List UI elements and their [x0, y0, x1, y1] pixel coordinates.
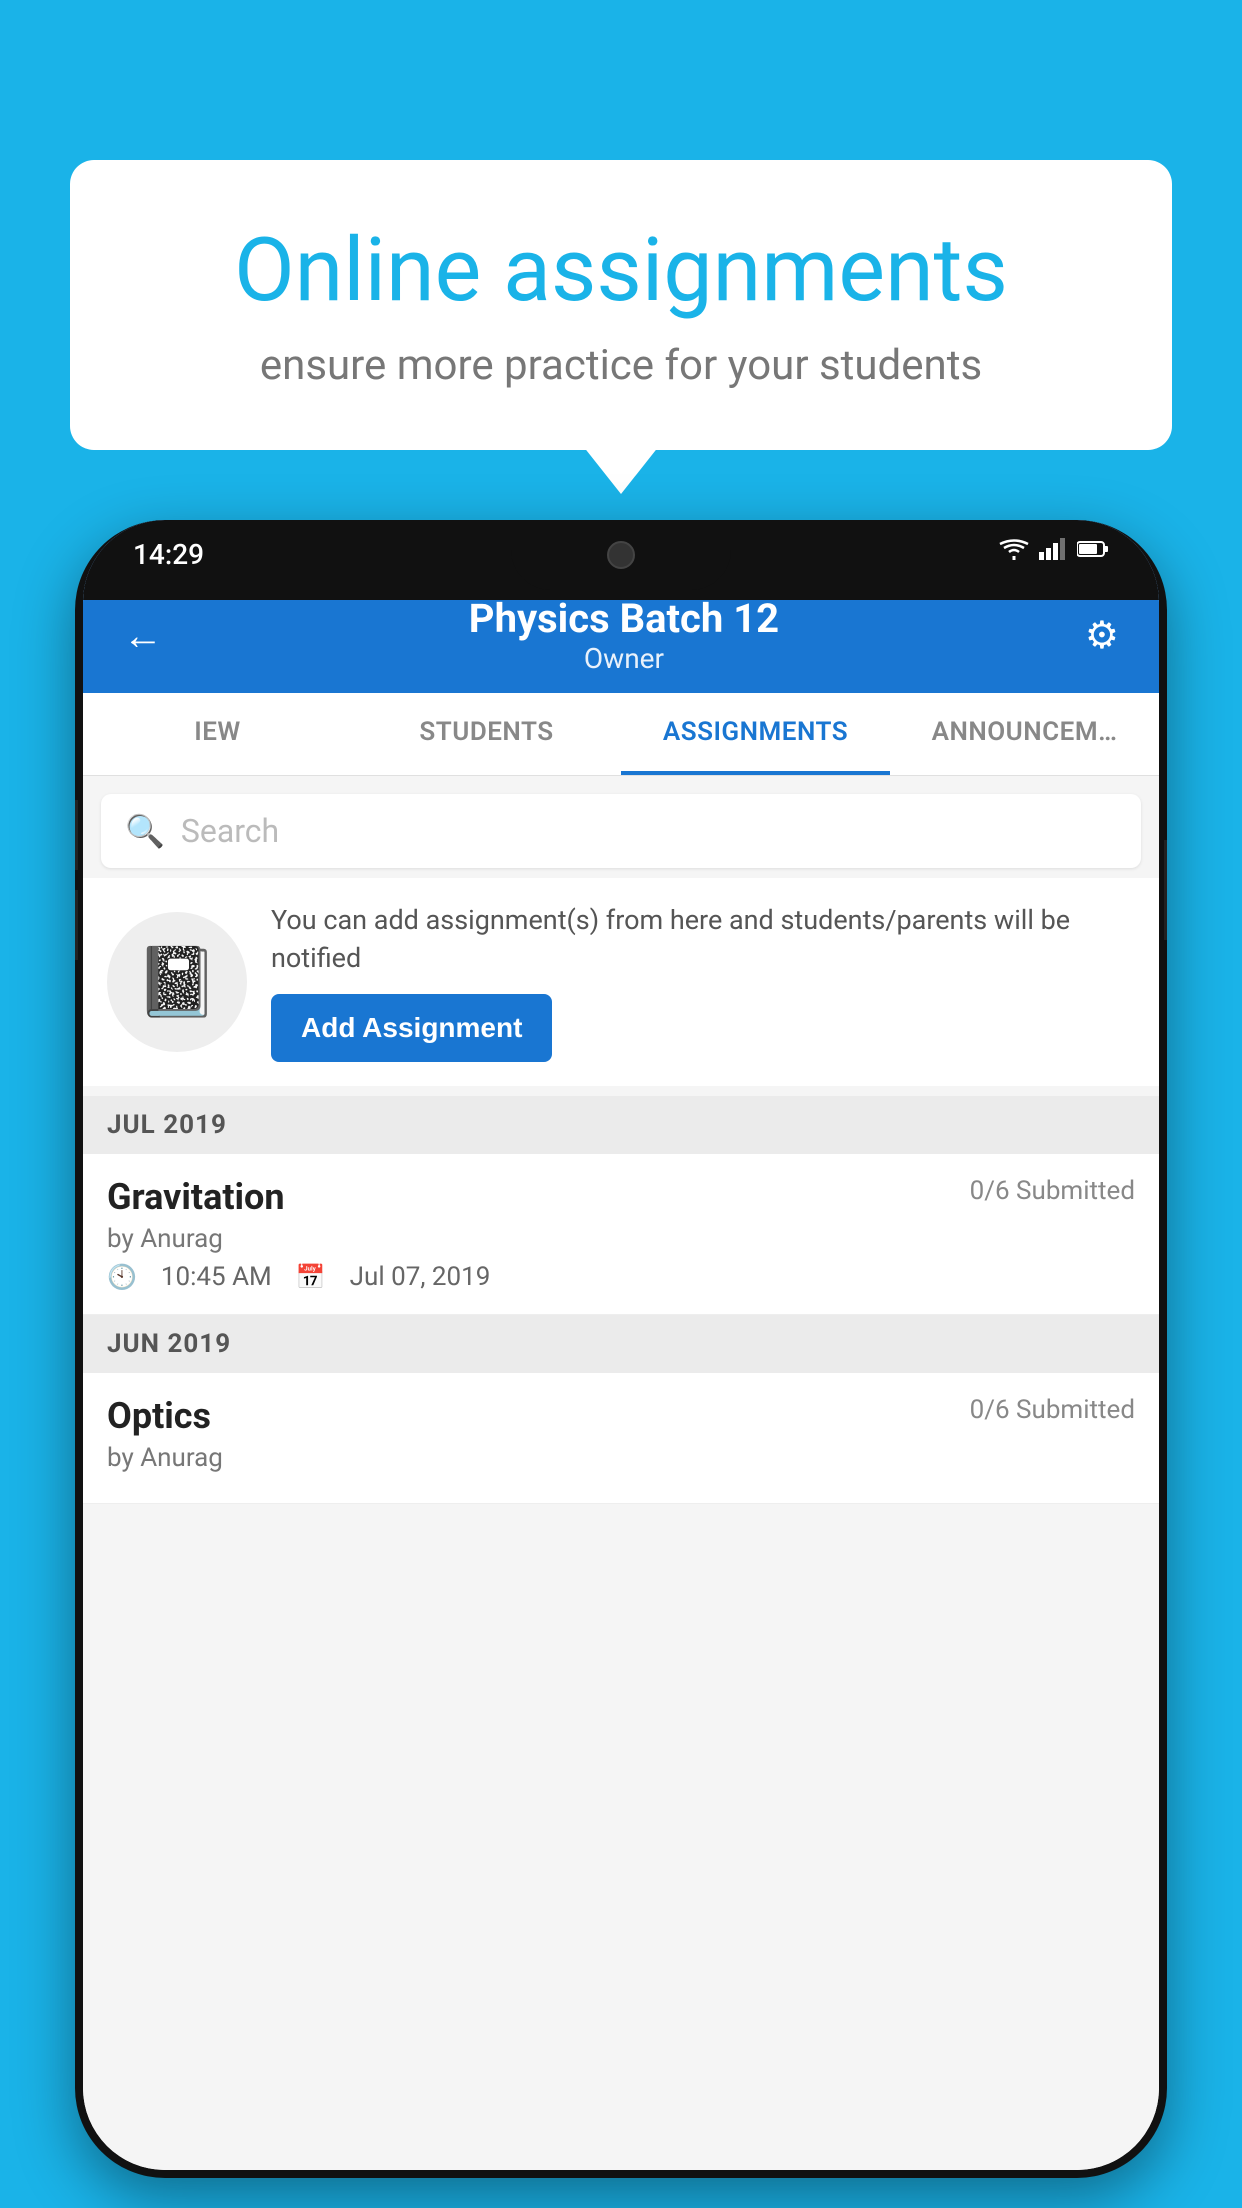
- tab-announcements[interactable]: ANNOUNCEM…: [890, 693, 1159, 775]
- section-header-jul2019: JUL 2019: [83, 1096, 1159, 1154]
- assignment-item-optics[interactable]: Optics 0/6 Submitted by Anurag: [83, 1373, 1159, 1504]
- assignment-submitted-optics: 0/6 Submitted: [970, 1395, 1135, 1425]
- promo-card: Online assignments ensure more practice …: [70, 160, 1172, 450]
- back-button[interactable]: ←: [123, 612, 163, 659]
- assignment-by-optics: by Anurag: [107, 1443, 1135, 1473]
- tabs-bar: IEW STUDENTS ASSIGNMENTS ANNOUNCEM…: [83, 693, 1159, 776]
- batch-owner-label: Owner: [469, 642, 779, 675]
- add-assignment-button[interactable]: Add Assignment: [271, 994, 552, 1062]
- power-button[interactable]: [1164, 840, 1167, 940]
- status-icons: [999, 538, 1109, 560]
- battery-icon: [1077, 539, 1109, 559]
- assignment-description: You can add assignment(s) from here and …: [271, 902, 1135, 978]
- status-bar: 14:29: [83, 520, 1159, 600]
- assignment-meta: 🕙 10:45 AM 📅 Jul 07, 2019: [107, 1262, 1135, 1292]
- search-icon: 🔍: [125, 812, 165, 850]
- notebook-icon: 📓: [135, 942, 220, 1022]
- search-bar[interactable]: 🔍 Search: [101, 794, 1141, 868]
- phone-frame: 14:29: [75, 520, 1167, 2178]
- search-placeholder: Search: [181, 812, 279, 850]
- add-assignment-card: 📓 You can add assignment(s) from here an…: [83, 878, 1159, 1086]
- assignment-submitted: 0/6 Submitted: [970, 1176, 1135, 1206]
- assignment-icon-circle: 📓: [107, 912, 247, 1052]
- screen-content: 🔍 Search 📓 You can add assignment(s) fro…: [83, 776, 1159, 2170]
- batch-title: Physics Batch 12: [469, 595, 779, 642]
- settings-button[interactable]: ⚙: [1085, 613, 1119, 658]
- tab-assignments[interactable]: ASSIGNMENTS: [621, 693, 890, 775]
- promo-title: Online assignments: [140, 220, 1102, 321]
- assignment-by: by Anurag: [107, 1224, 1135, 1254]
- header-title-block: Physics Batch 12 Owner: [469, 595, 779, 675]
- section-header-jun2019: JUN 2019: [83, 1315, 1159, 1373]
- notch: [511, 520, 731, 590]
- promo-subtitle: ensure more practice for your students: [140, 341, 1102, 390]
- signal-icon: [1039, 538, 1067, 560]
- calendar-icon: 📅: [296, 1263, 326, 1291]
- assignment-text-col: You can add assignment(s) from here and …: [271, 902, 1135, 1062]
- assignment-time: 10:45 AM: [161, 1262, 272, 1292]
- assignment-name-optics: Optics: [107, 1395, 211, 1437]
- tab-overview[interactable]: IEW: [83, 693, 352, 775]
- assignment-date: Jul 07, 2019: [350, 1262, 491, 1292]
- phone-screen: 14:29: [83, 520, 1159, 2170]
- tab-students[interactable]: STUDENTS: [352, 693, 621, 775]
- status-time: 14:29: [133, 538, 204, 571]
- assignment-item-header: Gravitation 0/6 Submitted: [107, 1176, 1135, 1218]
- assignment-name: Gravitation: [107, 1176, 285, 1218]
- clock-icon: 🕙: [107, 1263, 137, 1291]
- wifi-icon: [999, 538, 1029, 560]
- assignment-item-header-optics: Optics 0/6 Submitted: [107, 1395, 1135, 1437]
- vol-down-button[interactable]: [75, 890, 78, 960]
- assignment-item-gravitation[interactable]: Gravitation 0/6 Submitted by Anurag 🕙 10…: [83, 1154, 1159, 1315]
- camera: [607, 541, 635, 569]
- vol-up-button[interactable]: [75, 800, 78, 870]
